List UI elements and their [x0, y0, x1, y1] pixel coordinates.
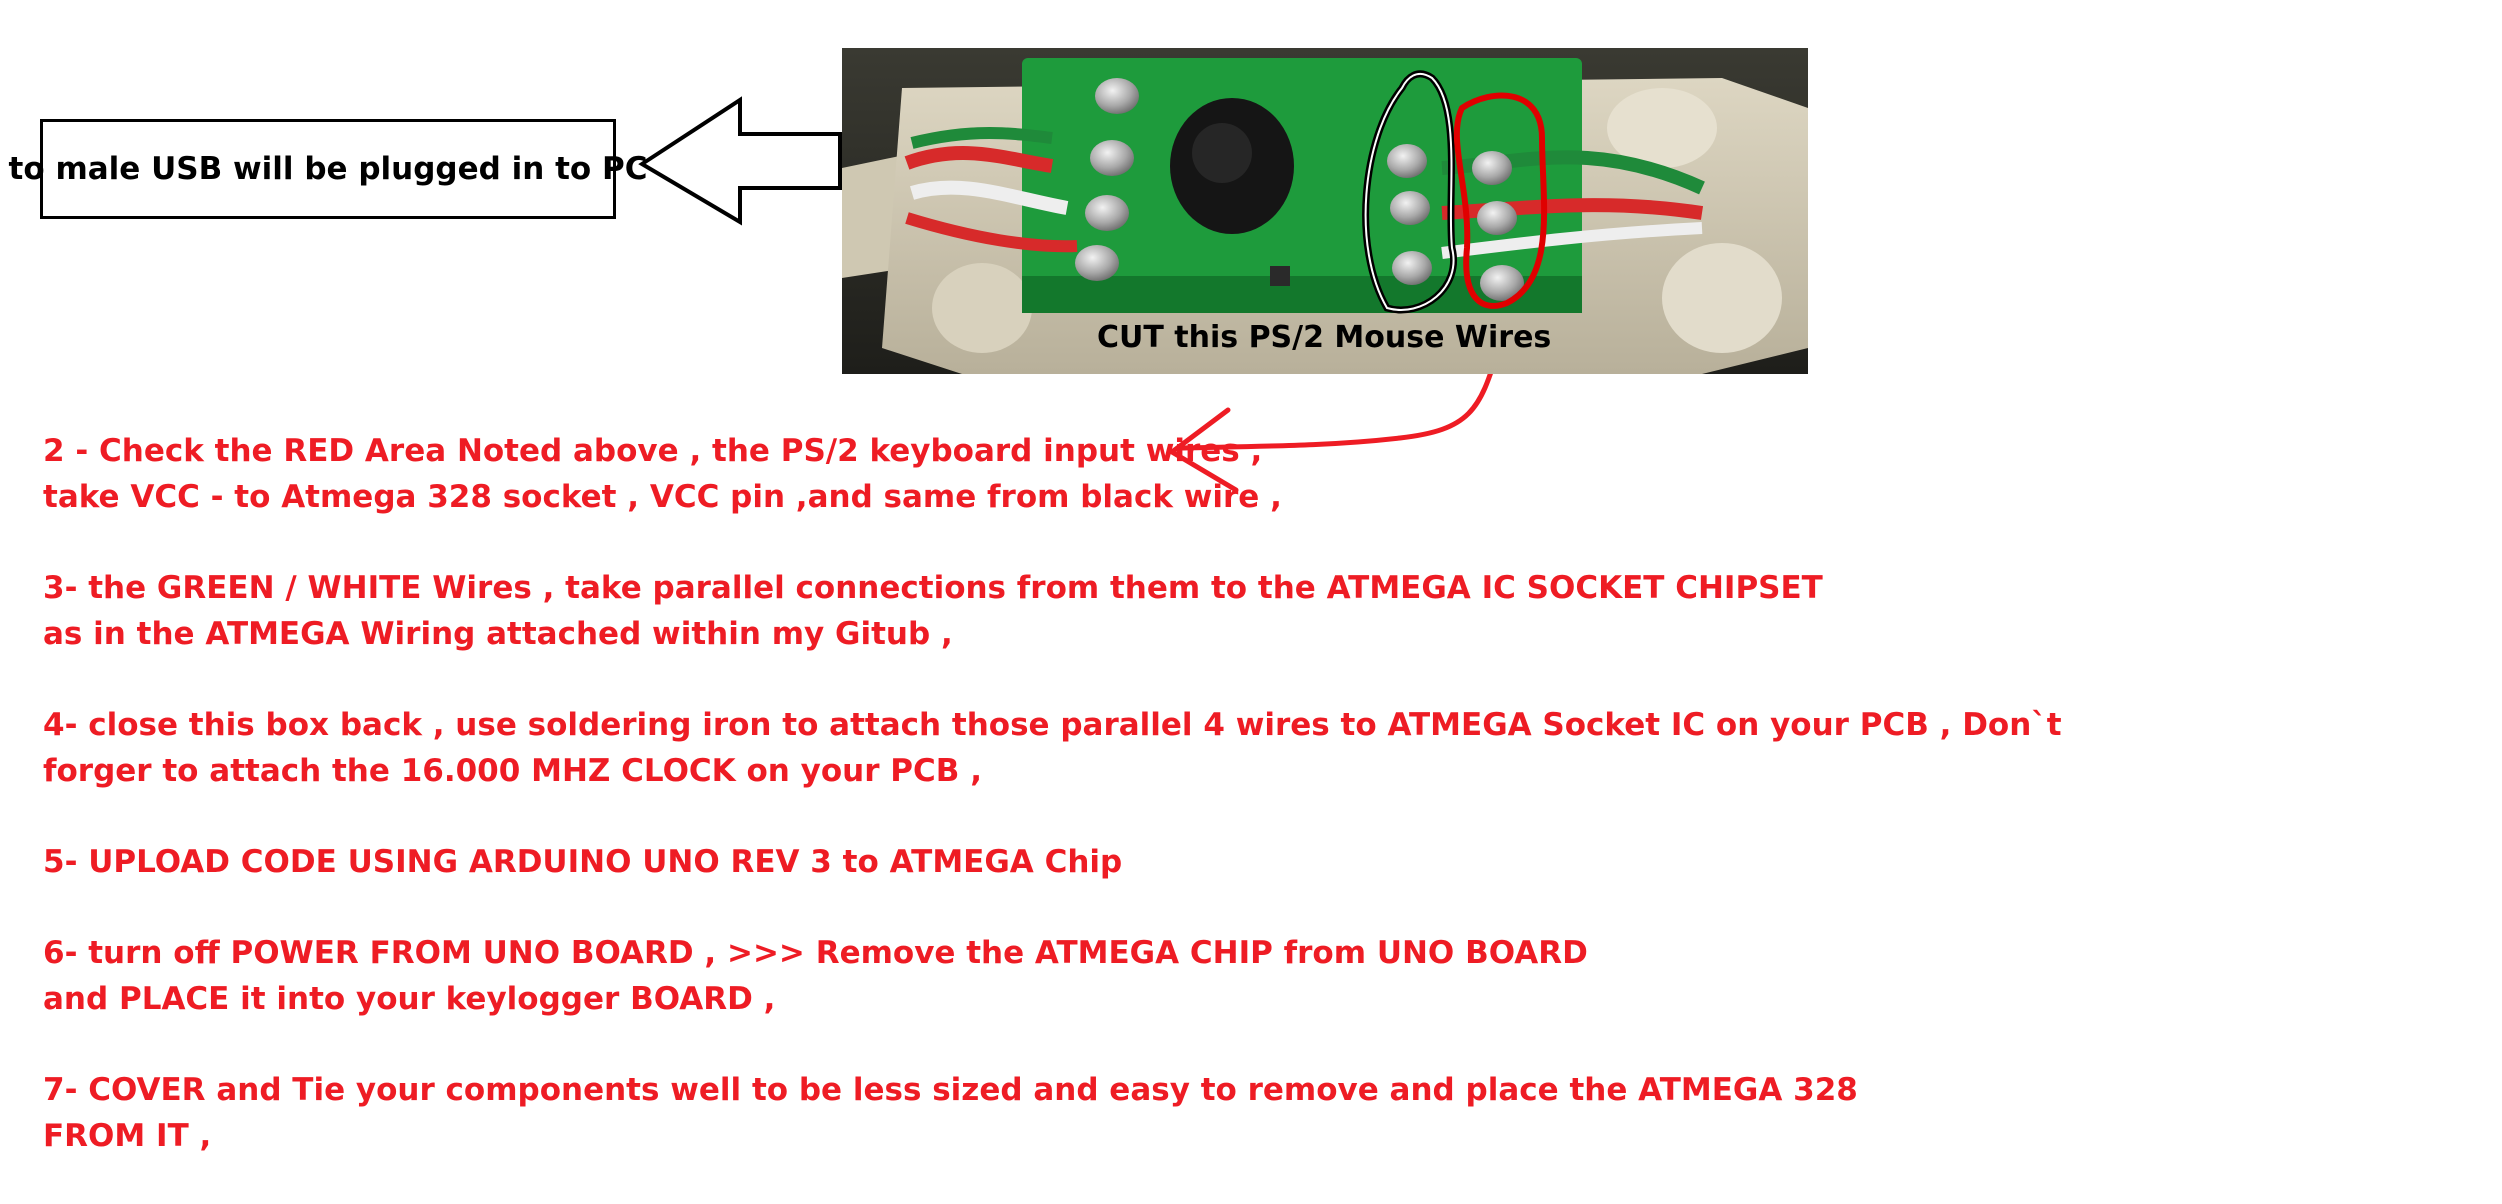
step-line: 6- turn off POWER FROM UNO BOARD , >>> R…: [43, 935, 1588, 971]
instruction-steps: 2 - Check the RED Area Noted above , the…: [43, 428, 2062, 1204]
step-6: 6- turn off POWER FROM UNO BOARD , >>> R…: [43, 930, 1863, 1022]
step-line: 2 - Check the RED Area Noted above , the…: [43, 433, 1263, 469]
step-line: and PLACE it into your keylogger BOARD ,: [43, 981, 776, 1017]
step-line: 3- the GREEN / WHITE Wires , take parall…: [43, 570, 1823, 606]
step-line: FROM IT ,: [43, 1118, 212, 1154]
step-line: 4- close this box back , use soldering i…: [43, 707, 2062, 743]
step-5: 5- UPLOAD CODE USING ARDUINO UNO REV 3 t…: [43, 839, 1863, 885]
step-line: forger to attach the 16.000 MHZ CLOCK on…: [43, 753, 982, 789]
left-arrow-icon: [638, 96, 842, 226]
step-7: 7- COVER and Tie your components well to…: [43, 1067, 1863, 1159]
step-3: 3- the GREEN / WHITE Wires , take parall…: [43, 565, 1863, 657]
step-line: 7- COVER and Tie your components well to…: [43, 1072, 1858, 1108]
step-line: 5- UPLOAD CODE USING ARDUINO UNO REV 3 t…: [43, 844, 1123, 880]
step-4: 4- close this box back , use soldering i…: [43, 702, 2062, 794]
photo-caption: CUT this PS/2 Mouse Wires: [1097, 320, 1552, 355]
step-line: as in the ATMEGA Wiring attached within …: [43, 616, 953, 652]
step-2: 2 - Check the RED Area Noted above , the…: [43, 428, 1863, 520]
step-line: take VCC - to Atmega 328 socket , VCC pi…: [43, 479, 1282, 515]
